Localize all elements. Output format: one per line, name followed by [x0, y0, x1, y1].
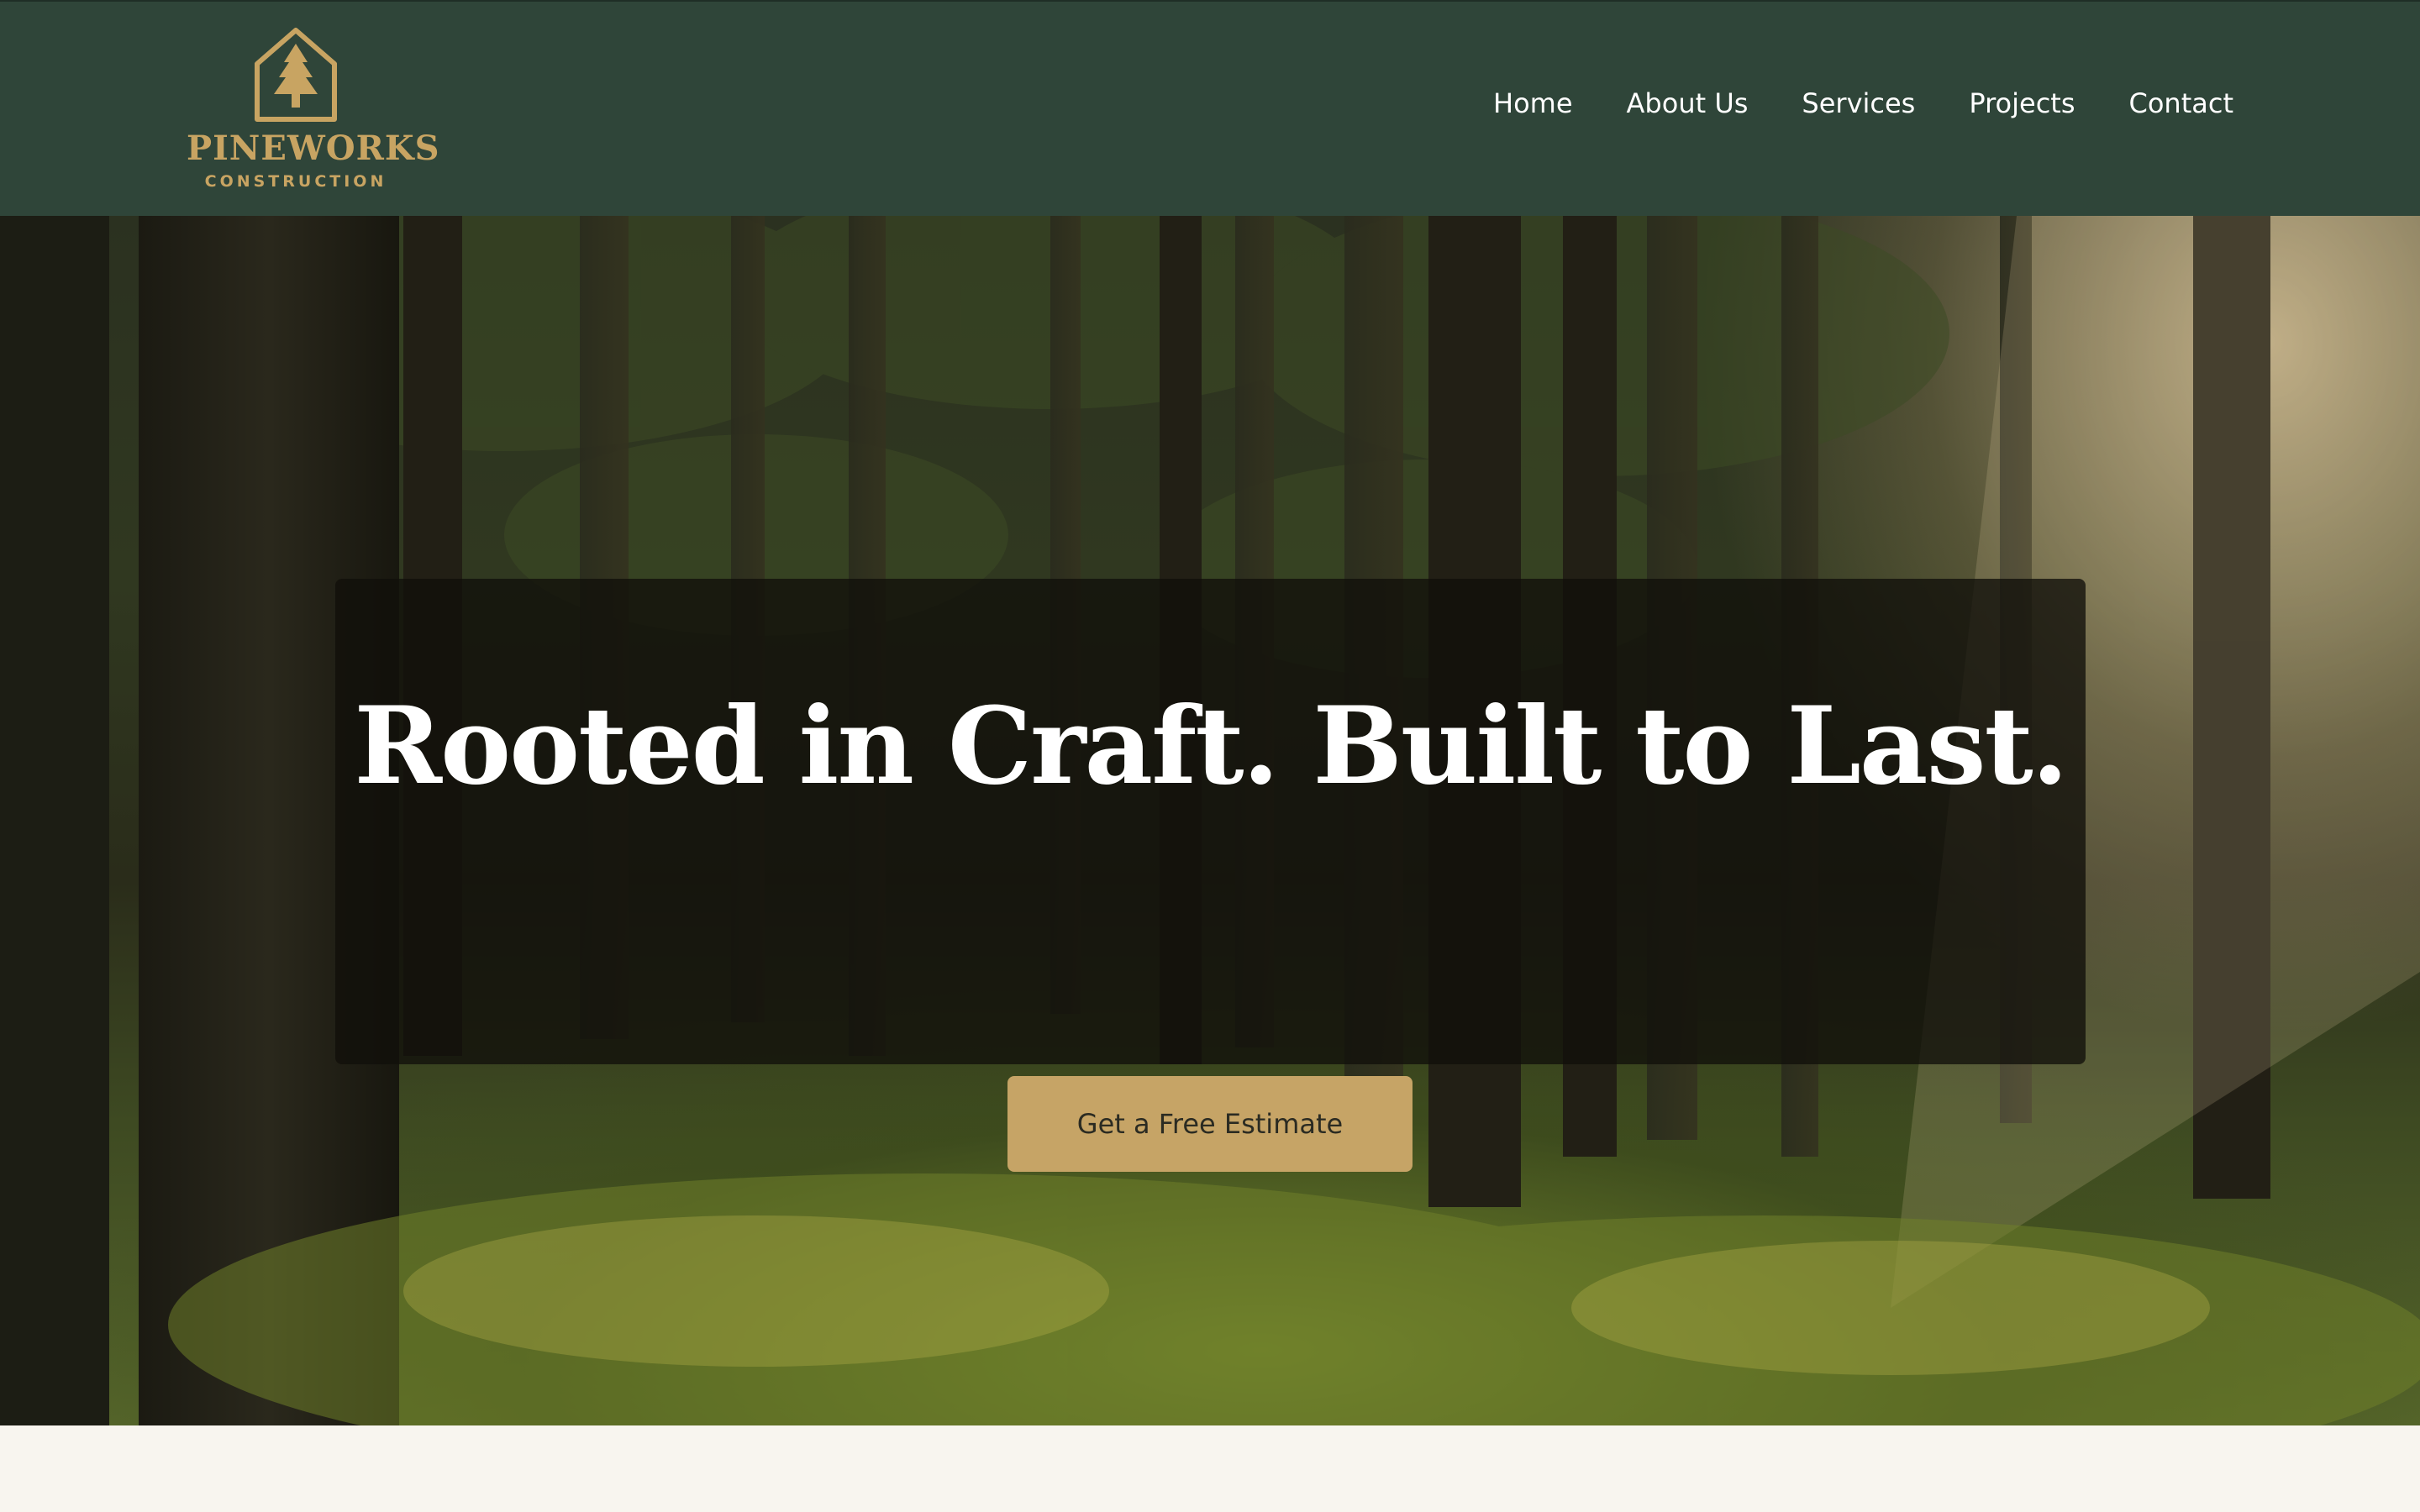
hero-overlay-panel: Rooted in Craft. Built to Last. Get a Fr…	[335, 579, 2086, 1172]
hero-headline: Rooted in Craft. Built to Last.	[354, 684, 2068, 808]
nav-link-services[interactable]: Services	[1802, 90, 1915, 117]
brand-logo[interactable]: PINEWORKS CONSTRUCTION	[187, 27, 440, 195]
next-section	[0, 1425, 2420, 1512]
main-nav: Home About Us Services Projects Contact	[1493, 90, 2233, 117]
nav-link-home[interactable]: Home	[1493, 90, 1573, 117]
nav-link-about-us[interactable]: About Us	[1627, 90, 1749, 117]
pine-tree-house-icon	[255, 28, 337, 122]
nav-link-contact[interactable]: Contact	[2129, 90, 2234, 117]
hero-section: Rooted in Craft. Built to Last. Get a Fr…	[0, 216, 2420, 1425]
get-free-estimate-button[interactable]: Get a Free Estimate	[1007, 1076, 1413, 1172]
site-header: PINEWORKS CONSTRUCTION Home About Us Ser…	[0, 0, 2420, 216]
brand-tagline: CONSTRUCTION	[204, 172, 387, 191]
nav-link-projects[interactable]: Projects	[1969, 90, 2075, 117]
brand-name: PINEWORKS	[187, 129, 440, 168]
